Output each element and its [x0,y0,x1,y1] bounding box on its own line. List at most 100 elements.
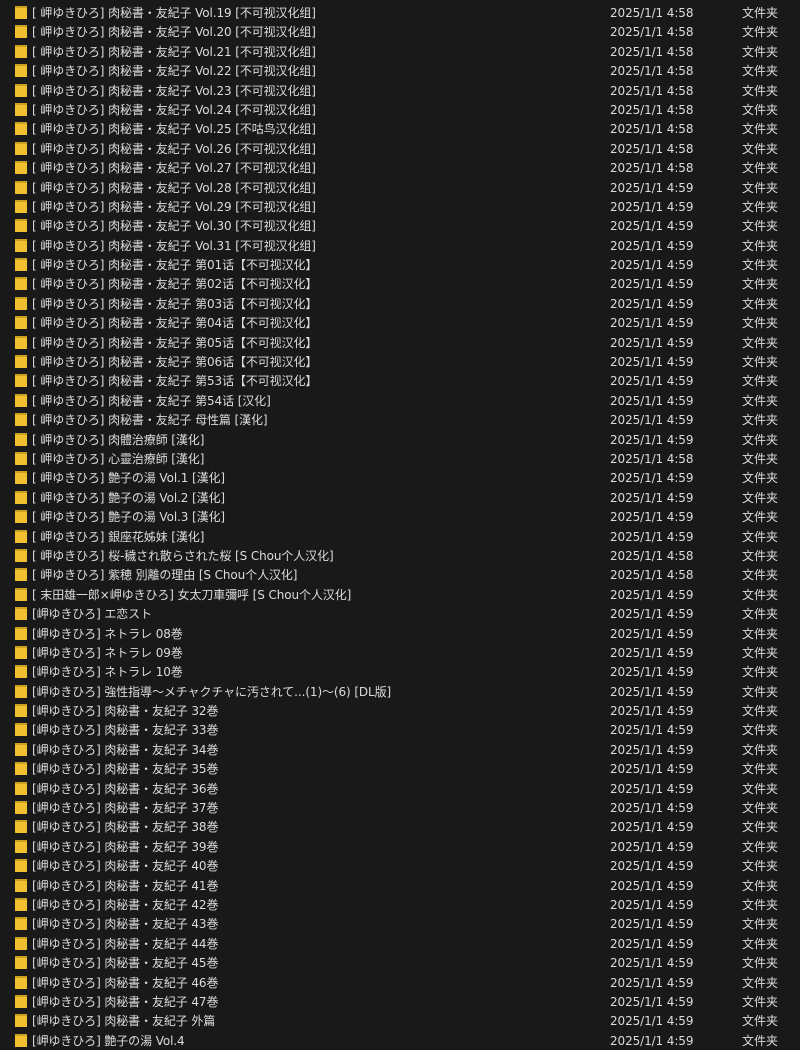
file-row[interactable]: [ 岬ゆきひろ] 肉秘書・友紀子 Vol.28 [不可视汉化组] 2025/1/1… [0,178,800,197]
folder-icon [15,975,27,989]
modified-date: 2025/1/1 4:58 [610,64,694,79]
file-row[interactable]: [ 岬ゆきひろ] 肉秘書・友紀子 Vol.26 [不可视汉化组] 2025/1/1… [0,139,800,158]
modified-date: 2025/1/1 4:59 [610,704,694,719]
modified-date: 2025/1/1 4:59 [610,781,694,796]
folder-icon [15,878,27,892]
file-type: 文件夹 [742,199,779,214]
file-row[interactable]: [岬ゆきひろ] 肉秘書・友紀子 46巻 2025/1/1 4:59 文件夹 [0,973,800,992]
modified-date: 2025/1/1 4:59 [610,878,694,893]
file-row[interactable]: [岬ゆきひろ] 肉秘書・友紀子 47巻 2025/1/1 4:59 文件夹 [0,992,800,1011]
file-name: [ 岬ゆきひろ] 肉秘書・友紀子 第54话 [汉化] [32,393,271,408]
file-row[interactable]: [岬ゆきひろ] 肉秘書・友紀子 41巻 2025/1/1 4:59 文件夹 [0,876,800,895]
file-row[interactable]: [岬ゆきひろ] 肉秘書・友紀子 外篇 2025/1/1 4:59 文件夹 [0,1011,800,1030]
file-row[interactable]: [ 岬ゆきひろ] 肉秘書・友紀子 Vol.19 [不可视汉化组] 2025/1/1… [0,3,800,22]
file-row[interactable]: [岬ゆきひろ] 肉秘書・友紀子 36巻 2025/1/1 4:59 文件夹 [0,779,800,798]
file-name: [ 岬ゆきひろ] 肉秘書・友紀子 Vol.29 [不可视汉化组] [32,199,316,214]
file-type: 文件夹 [742,684,779,699]
file-row[interactable]: [岬ゆきひろ] 肉秘書・友紀子 32巻 2025/1/1 4:59 文件夹 [0,701,800,720]
file-name: [ 岬ゆきひろ] 肉秘書・友紀子 第02话【不可视汉化】 [32,277,318,292]
file-row[interactable]: [岬ゆきひろ] 艶子の湯 Vol.4 2025/1/1 4:59 文件夹 [0,1031,800,1050]
file-type: 文件夹 [742,645,779,660]
modified-date: 2025/1/1 4:59 [610,607,694,622]
file-name: [ 岬ゆきひろ] 艶子の湯 Vol.2 [漢化] [32,490,225,505]
file-row[interactable]: [ 岬ゆきひろ] 艶子の湯 Vol.1 [漢化] 2025/1/1 4:59 文件夹 [0,468,800,487]
file-type: 文件夹 [742,432,779,447]
file-row[interactable]: [岬ゆきひろ] 肉秘書・友紀子 35巻 2025/1/1 4:59 文件夹 [0,759,800,778]
file-type: 文件夹 [742,568,779,583]
file-row[interactable]: [ 岬ゆきひろ] 肉秘書・友紀子 Vol.25 [不咕鸟汉化组] 2025/1/1… [0,119,800,138]
file-name: [岬ゆきひろ] 肉秘書・友紀子 35巻 [32,762,219,777]
file-row[interactable]: [ 岬ゆきひろ] 艶子の湯 Vol.2 [漢化] 2025/1/1 4:59 文件夹 [0,488,800,507]
file-row[interactable]: [ 岬ゆきひろ] 肉秘書・友紀子 Vol.24 [不可视汉化组] 2025/1/1… [0,100,800,119]
folder-icon [15,64,27,78]
file-row[interactable]: [ 岬ゆきひろ] 肉秘書・友紀子 Vol.31 [不可视汉化组] 2025/1/1… [0,236,800,255]
file-name: [ 岬ゆきひろ] 肉秘書・友紀子 第06话【不可视汉化】 [32,355,318,370]
file-type: 文件夹 [742,64,779,79]
file-row[interactable]: [岬ゆきひろ] 肉秘書・友紀子 42巻 2025/1/1 4:59 文件夹 [0,895,800,914]
file-row[interactable]: [ 岬ゆきひろ] 肉秘書・友紀子 第05话【不可视汉化】 2025/1/1 4:5… [0,333,800,352]
file-row[interactable]: [岬ゆきひろ] ネトラレ 09巻 2025/1/1 4:59 文件夹 [0,643,800,662]
file-row[interactable]: [岬ゆきひろ] 肉秘書・友紀子 39巻 2025/1/1 4:59 文件夹 [0,837,800,856]
file-row[interactable]: [ 岬ゆきひろ] 銀座花姊妹 [漢化] 2025/1/1 4:59 文件夹 [0,527,800,546]
file-row[interactable]: [ 岬ゆきひろ] 桜-穢され散らされた桜 [S Chou个人汉化] 2025/1/… [0,546,800,565]
file-name: [岬ゆきひろ] 肉秘書・友紀子 42巻 [32,897,219,912]
modified-date: 2025/1/1 4:59 [610,723,694,738]
modified-date: 2025/1/1 4:59 [610,665,694,680]
file-row[interactable]: [ 岬ゆきひろ] 肉秘書・友紀子 第02话【不可视汉化】 2025/1/1 4:5… [0,274,800,293]
file-row[interactable]: [岬ゆきひろ] 肉秘書・友紀子 37巻 2025/1/1 4:59 文件夹 [0,798,800,817]
modified-date: 2025/1/1 4:59 [610,742,694,757]
file-type: 文件夹 [742,374,779,389]
file-row[interactable]: [ 岬ゆきひろ] 肉秘書・友紀子 母性篇 [漢化] 2025/1/1 4:59 文件… [0,410,800,429]
file-row[interactable]: [ 岬ゆきひろ] 肉秘書・友紀子 Vol.30 [不可视汉化组] 2025/1/1… [0,216,800,235]
file-row[interactable]: [ 岬ゆきひろ] 肉秘書・友紀子 第53话【不可视汉化】 2025/1/1 4:5… [0,371,800,390]
file-row[interactable]: [岬ゆきひろ] 強性指導～メチャクチャに汚されて...(1)～(6) [DL版]… [0,682,800,701]
file-row[interactable]: [ 岬ゆきひろ] 肉秘書・友紀子 第03话【不可视汉化】 2025/1/1 4:5… [0,294,800,313]
file-row[interactable]: [ 岬ゆきひろ] 艶子の湯 Vol.3 [漢化] 2025/1/1 4:59 文件夹 [0,507,800,526]
file-row[interactable]: [岬ゆきひろ] ネトラレ 08巻 2025/1/1 4:59 文件夹 [0,624,800,643]
file-type: 文件夹 [742,219,779,234]
modified-date: 2025/1/1 4:59 [610,258,694,273]
file-row[interactable]: [岬ゆきひろ] 肉秘書・友紀子 34巻 2025/1/1 4:59 文件夹 [0,740,800,759]
folder-icon [15,44,27,58]
file-row[interactable]: [ 岬ゆきひろ] 肉秘書・友紀子 第06话【不可视汉化】 2025/1/1 4:5… [0,352,800,371]
file-row[interactable]: [ 末田雄一郎×岬ゆきひろ] 女太刀車彌呼 [S Chou个人汉化] 2025/1… [0,585,800,604]
modified-date: 2025/1/1 4:59 [610,820,694,835]
file-type: 文件夹 [742,296,779,311]
file-row[interactable]: [ 岬ゆきひろ] 心靈治療師 [漢化] 2025/1/1 4:58 文件夹 [0,449,800,468]
file-row[interactable]: [岬ゆきひろ] ネトラレ 10巻 2025/1/1 4:59 文件夹 [0,662,800,681]
file-name: [岬ゆきひろ] ネトラレ 09巻 [32,645,183,660]
file-row[interactable]: [岬ゆきひろ] 肉秘書・友紀子 33巻 2025/1/1 4:59 文件夹 [0,720,800,739]
folder-icon [15,277,27,291]
file-row[interactable]: [ 岬ゆきひろ] 肉體治療師 [漢化] 2025/1/1 4:59 文件夹 [0,430,800,449]
modified-date: 2025/1/1 4:58 [610,6,694,20]
folder-icon [15,568,27,582]
file-row[interactable]: [岬ゆきひろ] 肉秘書・友紀子 43巻 2025/1/1 4:59 文件夹 [0,914,800,933]
file-name: [岬ゆきひろ] ネトラレ 10巻 [32,665,183,680]
file-row[interactable]: [ 岬ゆきひろ] 紫穂 別離の理由 [S Chou个人汉化] 2025/1/1 4… [0,565,800,584]
file-row[interactable]: [ 岬ゆきひろ] 肉秘書・友紀子 第04话【不可视汉化】 2025/1/1 4:5… [0,313,800,332]
file-row[interactable]: [岬ゆきひろ] 肉秘書・友紀子 40巻 2025/1/1 4:59 文件夹 [0,856,800,875]
modified-date: 2025/1/1 4:59 [610,355,694,370]
file-row[interactable]: [ 岬ゆきひろ] 肉秘書・友紀子 第01话【不可视汉化】 2025/1/1 4:5… [0,255,800,274]
file-name: [ 岬ゆきひろ] 肉秘書・友紀子 Vol.22 [不可视汉化组] [32,64,316,79]
file-row[interactable]: [岬ゆきひろ] 肉秘書・友紀子 38巻 2025/1/1 4:59 文件夹 [0,817,800,836]
modified-date: 2025/1/1 4:58 [610,44,694,59]
file-row[interactable]: [岬ゆきひろ] 肉秘書・友紀子 44巻 2025/1/1 4:59 文件夹 [0,934,800,953]
file-row[interactable]: [ 岬ゆきひろ] 肉秘書・友紀子 第54话 [汉化] 2025/1/1 4:59 文… [0,391,800,410]
file-name: [ 末田雄一郎×岬ゆきひろ] 女太刀車彌呼 [S Chou个人汉化] [32,587,352,602]
modified-date: 2025/1/1 4:59 [610,529,694,544]
file-row[interactable]: [岬ゆきひろ] 肉秘書・友紀子 45巻 2025/1/1 4:59 文件夹 [0,953,800,972]
file-name: [ 岬ゆきひろ] 肉秘書・友紀子 第05话【不可视汉化】 [32,335,318,350]
file-row[interactable]: [ 岬ゆきひろ] 肉秘書・友紀子 Vol.22 [不可视汉化组] 2025/1/1… [0,61,800,80]
file-row[interactable]: [ 岬ゆきひろ] 肉秘書・友紀子 Vol.21 [不可视汉化组] 2025/1/1… [0,42,800,61]
file-row[interactable]: [岬ゆきひろ] エ恋スト 2025/1/1 4:59 文件夹 [0,604,800,623]
folder-icon [15,180,27,194]
file-row[interactable]: [ 岬ゆきひろ] 肉秘書・友紀子 Vol.29 [不可视汉化组] 2025/1/1… [0,197,800,216]
file-row[interactable]: [ 岬ゆきひろ] 肉秘書・友紀子 Vol.23 [不可视汉化组] 2025/1/1… [0,81,800,100]
file-type: 文件夹 [742,762,779,777]
folder-icon [15,199,27,213]
file-row[interactable]: [ 岬ゆきひろ] 肉秘書・友紀子 Vol.20 [不可视汉化组] 2025/1/1… [0,22,800,41]
file-name: [ 岬ゆきひろ] 銀座花姊妹 [漢化] [32,529,205,544]
folder-icon [15,238,27,252]
file-row[interactable]: [ 岬ゆきひろ] 肉秘書・友紀子 Vol.27 [不可视汉化组] 2025/1/1… [0,158,800,177]
